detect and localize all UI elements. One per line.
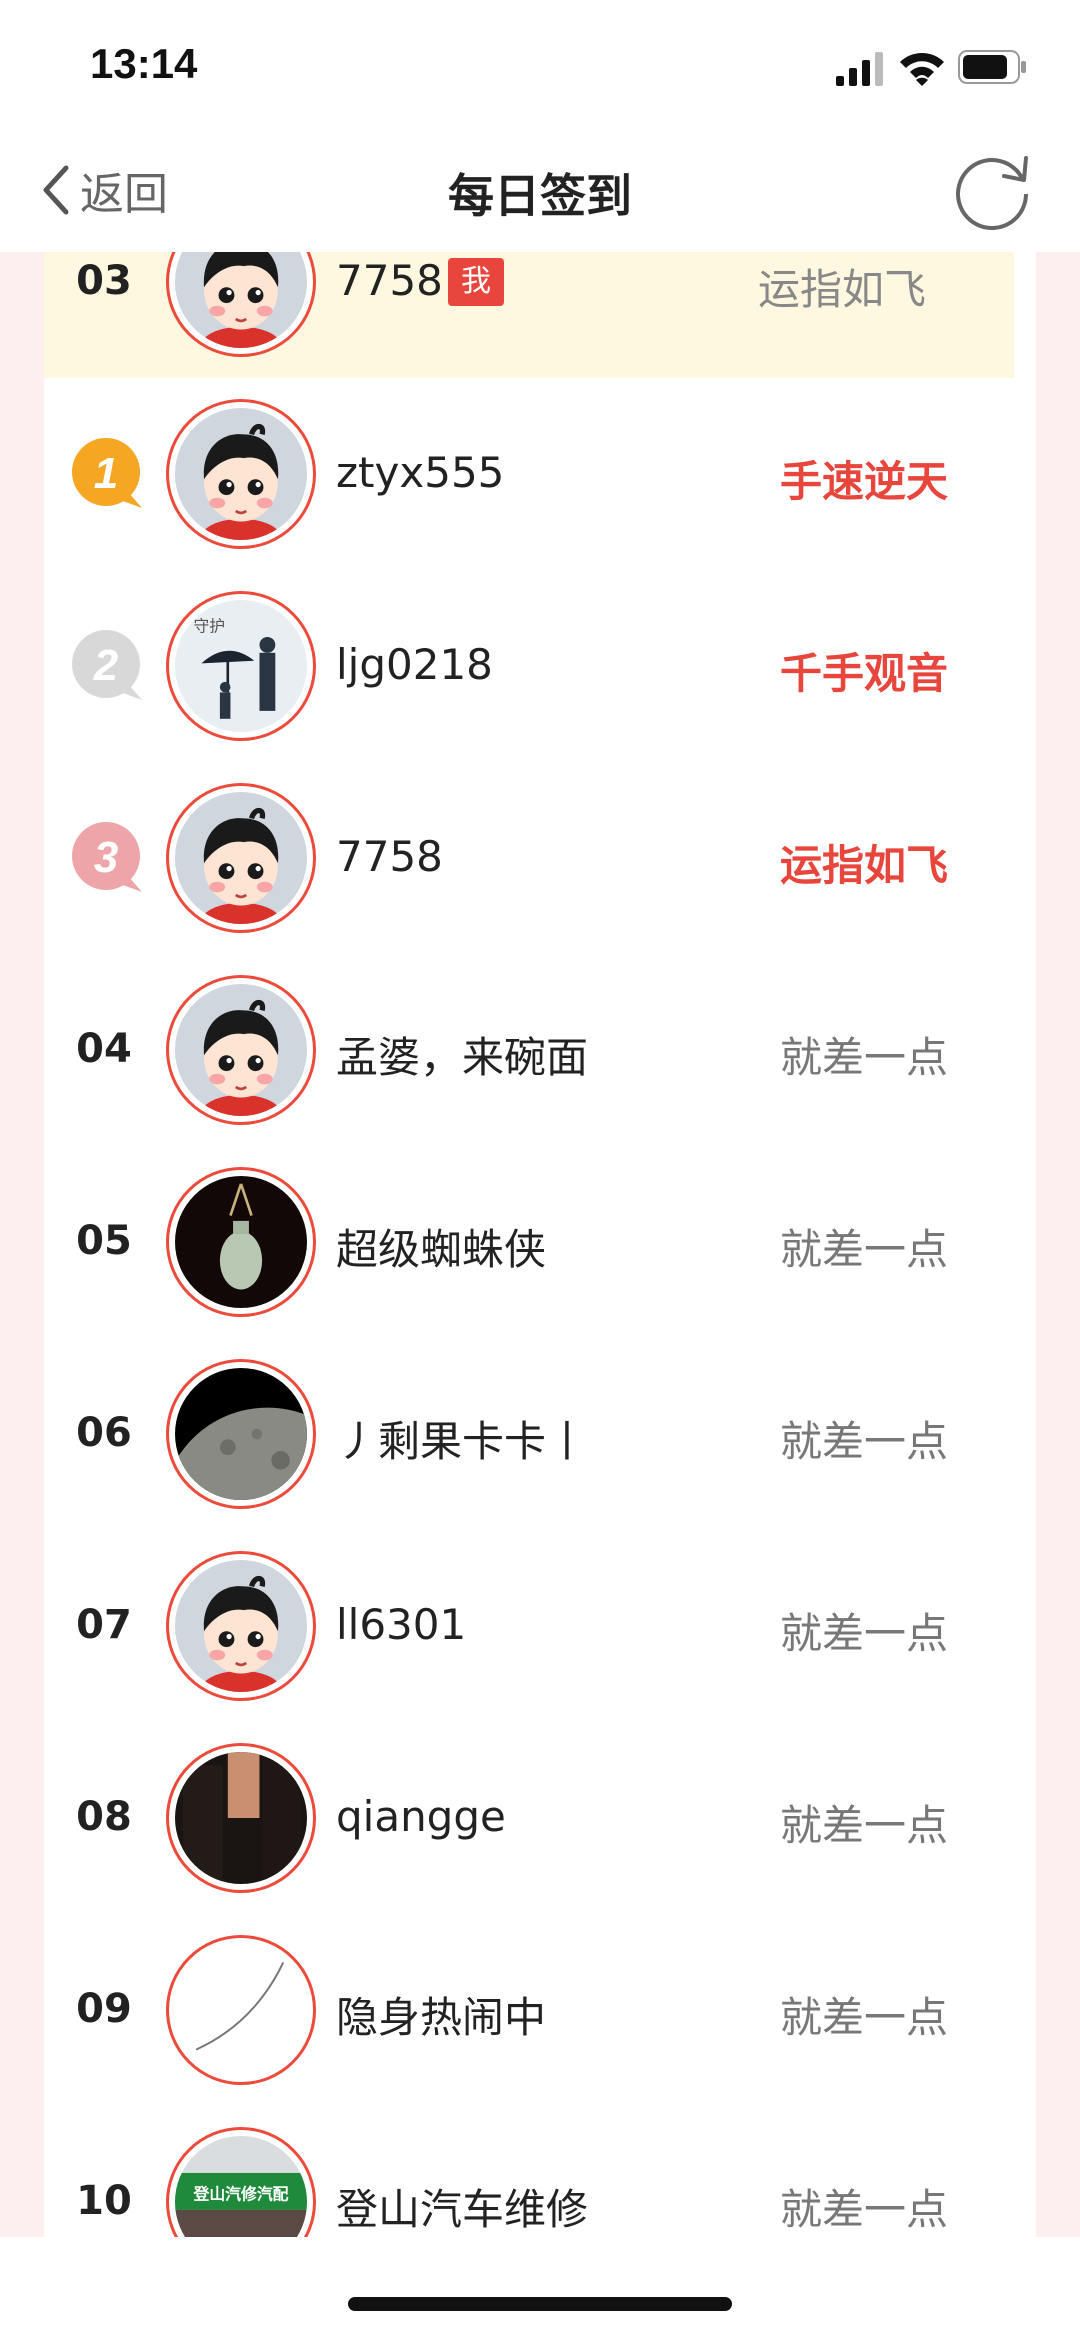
rank-row[interactable]: 05 超级蜘蛛侠 就差一点 xyxy=(44,1146,1036,1338)
rank-row[interactable]: 2 守护 ljg0218 千手观音 xyxy=(44,570,1036,762)
bronze-medal-icon: 3 xyxy=(72,822,142,892)
avatar xyxy=(166,1167,316,1317)
gold-medal-icon: 1 xyxy=(72,438,142,508)
cartoon-avatar-icon xyxy=(175,252,307,348)
ranking-list-area: 03 7758 我 运指如飞 1 ztyx555 手速逆天 2 守护 ljg02… xyxy=(0,252,1080,2237)
city-sunset-avatar-icon xyxy=(175,1752,307,1884)
rank-number: 10 xyxy=(76,2178,132,2224)
page-title: 每日签到 xyxy=(448,169,632,223)
avatar xyxy=(166,1359,316,1509)
rank-row[interactable]: 08 qiangge 就差一点 xyxy=(44,1722,1036,1914)
rank-row[interactable]: 1 ztyx555 手速逆天 xyxy=(44,378,1036,570)
svg-text:守护: 守护 xyxy=(193,617,225,636)
shop-sign-avatar-icon: 登山汽修汽配 xyxy=(175,2136,307,2237)
rank-row[interactable]: 07 ll6301 就差一点 xyxy=(44,1530,1036,1722)
nav-bar: 返回 每日签到 xyxy=(0,130,1080,252)
username: 丿剩果卡卡丨 xyxy=(336,1417,589,1466)
rank-number: 07 xyxy=(76,1602,132,1648)
me-badge: 我 xyxy=(448,258,504,306)
signal-icon xyxy=(836,52,883,86)
username: 登山汽车维修 xyxy=(336,2185,589,2234)
avatar xyxy=(166,1935,316,2085)
ranking-list[interactable]: 03 7758 我 运指如飞 1 ztyx555 手速逆天 2 守护 ljg02… xyxy=(44,252,1036,2237)
avatar: 守护 xyxy=(166,591,316,741)
rank-number: 08 xyxy=(76,1794,132,1840)
home-indicator[interactable] xyxy=(348,2297,732,2311)
battery-icon xyxy=(958,50,1026,84)
username: 隐身热闹中 xyxy=(336,1993,547,2042)
cartoon-avatar-icon xyxy=(175,792,307,924)
jade-pendant-avatar-icon xyxy=(175,1176,307,1308)
username: 7758 xyxy=(336,256,443,305)
refresh-icon[interactable] xyxy=(950,148,1036,234)
rank-row[interactable]: 04 孟婆，来碗面 就差一点 xyxy=(44,954,1036,1146)
wifi-icon xyxy=(900,53,944,86)
title-label: 就差一点 xyxy=(779,1417,948,1466)
umbrella-avatar-icon: 守护 xyxy=(175,600,307,732)
rank-number: 05 xyxy=(76,1218,132,1264)
avatar xyxy=(166,1551,316,1701)
title-label: 就差一点 xyxy=(779,1033,948,1082)
username: qiangge xyxy=(336,1792,506,1841)
cartoon-avatar-icon xyxy=(175,1560,307,1692)
avatar: 登山汽修汽配 xyxy=(166,2127,316,2237)
bottom-bar xyxy=(0,2237,1080,2337)
username: ztyx555 xyxy=(336,448,505,497)
title-label: 就差一点 xyxy=(779,1225,948,1274)
status-bar: 13:14 xyxy=(0,0,1080,130)
rank-row[interactable]: 3 7758 运指如飞 xyxy=(44,762,1036,954)
rank-number: 06 xyxy=(76,1410,132,1456)
avatar xyxy=(166,1743,316,1893)
title-label: 运指如飞 xyxy=(757,265,926,314)
avatar xyxy=(166,783,316,933)
shop-sign-text: 登山汽修汽配 xyxy=(193,2184,289,2203)
username: 7758 xyxy=(336,832,443,881)
avatar xyxy=(166,252,316,357)
sign-in-ranking-page: 13:14 返回 每日签到 03 7758 我 运指如飞 1 ztyx555 手… xyxy=(0,0,1080,2337)
username: 超级蜘蛛侠 xyxy=(336,1225,547,1274)
cartoon-avatar-icon xyxy=(175,408,307,540)
title-label: 手速逆天 xyxy=(779,457,948,506)
username: ll6301 xyxy=(336,1600,467,1649)
rank-row[interactable]: 06 丿剩果卡卡丨 就差一点 xyxy=(44,1338,1036,1530)
title-label: 就差一点 xyxy=(779,1993,948,2042)
medal-rank: 2 xyxy=(93,641,119,690)
medal-rank: 3 xyxy=(94,833,118,882)
title-label: 运指如飞 xyxy=(779,841,948,890)
title-label: 千手观音 xyxy=(779,649,948,698)
rank-number: 04 xyxy=(76,1026,132,1072)
line-avatar-icon xyxy=(175,1944,307,2076)
moon-avatar-icon xyxy=(175,1368,307,1500)
username: 孟婆，来碗面 xyxy=(336,1033,589,1082)
rank-number: 03 xyxy=(76,258,132,304)
avatar xyxy=(166,975,316,1125)
my-rank-row[interactable]: 03 7758 我 运指如飞 xyxy=(44,252,1014,378)
cartoon-avatar-icon xyxy=(175,984,307,1116)
status-time: 13:14 xyxy=(90,40,198,87)
title-label: 就差一点 xyxy=(779,1609,948,1658)
title-label: 就差一点 xyxy=(779,1801,948,1850)
title-label: 就差一点 xyxy=(779,2185,948,2234)
rank-row[interactable]: 10 登山汽修汽配 登山汽车维修 就差一点 xyxy=(44,2106,1036,2237)
username: ljg0218 xyxy=(336,640,493,689)
medal-rank: 1 xyxy=(94,449,118,498)
rank-row[interactable]: 09 隐身热闹中 就差一点 xyxy=(44,1914,1036,2106)
avatar xyxy=(166,399,316,549)
rank-number: 09 xyxy=(76,1986,132,2032)
silver-medal-icon: 2 xyxy=(72,630,142,700)
